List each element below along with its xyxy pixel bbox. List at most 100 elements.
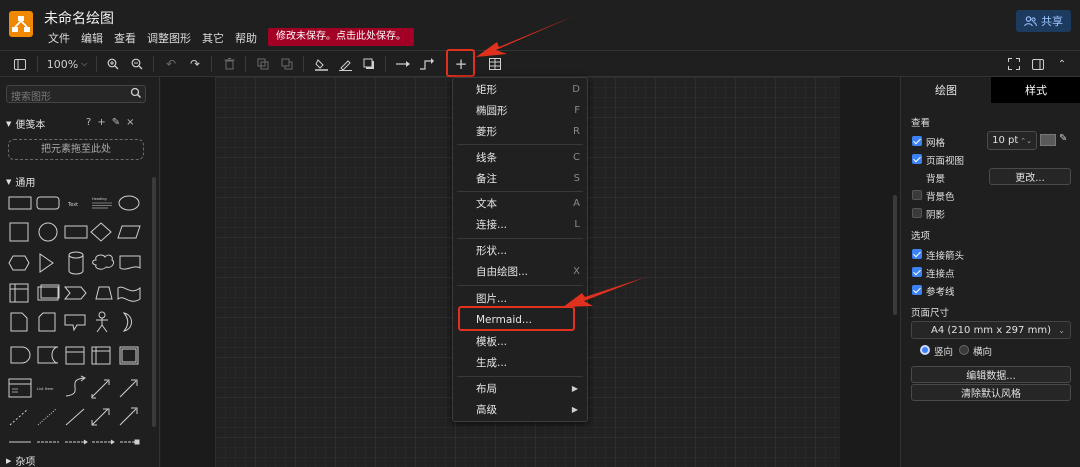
menu-separator bbox=[457, 238, 583, 239]
pencil-icon[interactable]: ✎ bbox=[1059, 133, 1067, 144]
waypoints-icon[interactable] bbox=[419, 55, 435, 73]
edit-icon[interactable]: ✎ bbox=[112, 117, 120, 128]
grid-color-swatch[interactable] bbox=[1040, 134, 1056, 146]
collapse-chevron-icon[interactable]: ⌃ bbox=[1054, 55, 1070, 73]
menu-item-label: 生成... bbox=[476, 357, 508, 369]
menu-item-rectangle[interactable]: 矩形 D bbox=[453, 79, 587, 100]
menu-item-freehand[interactable]: 自由绘图... X bbox=[453, 261, 587, 282]
menu-item-note[interactable]: 备注 S bbox=[453, 168, 587, 189]
share-button[interactable]: 共享 bbox=[1016, 10, 1071, 32]
page-view-checkbox[interactable] bbox=[912, 154, 922, 164]
shapes-sidebar: 搜索图形 ▼ 便笺本 ? + ✎ × 把元素拖至此处 ▼ 通用 Text Headi… bbox=[0, 77, 160, 467]
help-icon[interactable]: ? bbox=[86, 117, 91, 128]
delete-icon[interactable] bbox=[221, 55, 237, 73]
menu-separator bbox=[457, 376, 583, 377]
to-back-icon[interactable] bbox=[279, 55, 295, 73]
menu-item-advanced[interactable]: 高级 ▶ bbox=[453, 399, 587, 420]
mermaid-highlight-box bbox=[458, 306, 575, 331]
menu-item-ellipse[interactable]: 椭圆形 F bbox=[453, 100, 587, 121]
add-icon[interactable]: + bbox=[97, 117, 105, 128]
menu-item-label: 模板... bbox=[476, 336, 508, 348]
connection-points-checkbox[interactable] bbox=[912, 267, 922, 277]
format-panel-scrollbar[interactable] bbox=[893, 195, 897, 315]
toggle-sidebar-icon[interactable] bbox=[12, 55, 28, 73]
search-placeholder: 搜索图形 bbox=[11, 92, 51, 103]
submenu-arrow-icon: ▶ bbox=[571, 405, 578, 414]
guides-label: 参考线 bbox=[926, 287, 955, 298]
shortcut-label: D bbox=[572, 84, 580, 95]
tab-diagram[interactable]: 绘图 bbox=[901, 77, 991, 103]
edit-data-button[interactable]: 编辑数据... bbox=[911, 366, 1071, 383]
page-size-section-label: 页面尺寸 bbox=[911, 308, 950, 319]
background-label: 背景 bbox=[926, 174, 946, 185]
format-panel: 绘图 样式 查看 网格 10 pt ⌃⌄ ✎ 页面视图 背景 更改... 背景色 … bbox=[900, 77, 1080, 467]
search-input[interactable]: 搜索图形 bbox=[6, 85, 146, 103]
landscape-label: 横向 bbox=[973, 347, 993, 358]
shadow-icon[interactable] bbox=[361, 55, 377, 73]
fill-color-icon[interactable] bbox=[313, 55, 329, 73]
background-color-checkbox[interactable] bbox=[912, 190, 922, 200]
document-title[interactable]: 未命名绘图 bbox=[44, 8, 114, 28]
menu-item-label: 布局 bbox=[476, 383, 497, 395]
landscape-radio[interactable] bbox=[959, 345, 969, 355]
misc-section-header[interactable]: ▶ 杂项 bbox=[6, 453, 35, 467]
unsaved-notice-button[interactable]: 修改未保存。点击此处保存。 bbox=[268, 28, 414, 46]
shadow-checkbox[interactable] bbox=[912, 208, 922, 218]
undo-icon[interactable]: ↶ bbox=[163, 55, 179, 73]
menu-item-layout[interactable]: 布局 ▶ bbox=[453, 378, 587, 399]
change-background-button[interactable]: 更改... bbox=[989, 168, 1071, 185]
share-label: 共享 bbox=[1041, 15, 1063, 28]
shortcut-label: L bbox=[574, 219, 580, 230]
menu-item-shapes[interactable]: 形状... bbox=[453, 240, 587, 261]
shape-palette[interactable]: Text Heading List Item bbox=[8, 192, 148, 447]
menu-file[interactable]: 文件 bbox=[48, 30, 70, 46]
menu-item-label: 形状... bbox=[476, 245, 508, 257]
general-section-header[interactable]: ▼ 通用 bbox=[6, 174, 35, 190]
to-front-icon[interactable] bbox=[255, 55, 271, 73]
close-icon[interactable]: × bbox=[126, 117, 134, 128]
connection-icon[interactable] bbox=[395, 55, 411, 73]
scratchpad-dropzone[interactable]: 把元素拖至此处 bbox=[8, 139, 144, 160]
zoom-out-icon[interactable] bbox=[129, 55, 145, 73]
menu-item-generate[interactable]: 生成... bbox=[453, 352, 587, 373]
clear-default-style-button[interactable]: 清除默认风格 bbox=[911, 384, 1071, 401]
redo-icon[interactable]: ↷ bbox=[187, 55, 203, 73]
menu-item-label: 矩形 bbox=[476, 84, 497, 96]
connection-arrows-checkbox[interactable] bbox=[912, 249, 922, 259]
menu-item-label: 椭圆形 bbox=[476, 105, 508, 117]
insert-menu: 矩形 D 椭圆形 F 菱形 R 线条 C 备注 S 文本 A 连接... L 形状... 自由… bbox=[452, 77, 588, 422]
drawio-logo[interactable] bbox=[9, 11, 33, 37]
menu-item-line[interactable]: 线条 C bbox=[453, 147, 587, 168]
menu-item-link[interactable]: 连接... L bbox=[453, 214, 587, 235]
menu-extras[interactable]: 其它 bbox=[202, 30, 224, 46]
portrait-radio[interactable] bbox=[920, 345, 930, 355]
menu-item-text[interactable]: 文本 A bbox=[453, 193, 587, 214]
menu-separator bbox=[457, 191, 583, 192]
zoom-select[interactable]: 100% ⌵ bbox=[47, 55, 88, 73]
menu-item-template[interactable]: 模板... bbox=[453, 331, 587, 352]
scratchpad-header[interactable]: ▼ 便笺本 bbox=[6, 116, 45, 132]
grid-checkbox[interactable] bbox=[912, 136, 922, 146]
menu-item-rhombus[interactable]: 菱形 R bbox=[453, 121, 587, 142]
line-color-icon[interactable] bbox=[337, 55, 353, 73]
menu-help[interactable]: 帮助 bbox=[235, 30, 257, 46]
shape-list-item: List Item bbox=[37, 386, 54, 391]
menu-separator bbox=[457, 285, 583, 286]
shortcut-label: C bbox=[573, 152, 580, 163]
menu-item-label: 备注 bbox=[476, 173, 497, 185]
fullscreen-icon[interactable] bbox=[1006, 55, 1022, 73]
zoom-in-icon[interactable] bbox=[105, 55, 121, 73]
tab-style[interactable]: 样式 bbox=[991, 77, 1080, 103]
search-icon[interactable] bbox=[130, 87, 142, 99]
format-panel-icon[interactable] bbox=[1030, 55, 1046, 73]
grid-size-input[interactable]: 10 pt ⌃⌄ bbox=[987, 131, 1037, 150]
page-size-select[interactable]: A4 (210 mm x 297 mm) ⌄ bbox=[911, 321, 1071, 339]
menu-edit[interactable]: 编辑 bbox=[81, 30, 103, 46]
menu-arrange[interactable]: 调整图形 bbox=[147, 30, 191, 46]
table-icon[interactable] bbox=[487, 55, 503, 73]
sidebar-scrollbar[interactable] bbox=[152, 177, 156, 427]
menu-view[interactable]: 查看 bbox=[114, 30, 136, 46]
shortcut-label: A bbox=[573, 198, 580, 209]
guides-checkbox[interactable] bbox=[912, 285, 922, 295]
connection-points-label: 连接点 bbox=[926, 269, 955, 280]
